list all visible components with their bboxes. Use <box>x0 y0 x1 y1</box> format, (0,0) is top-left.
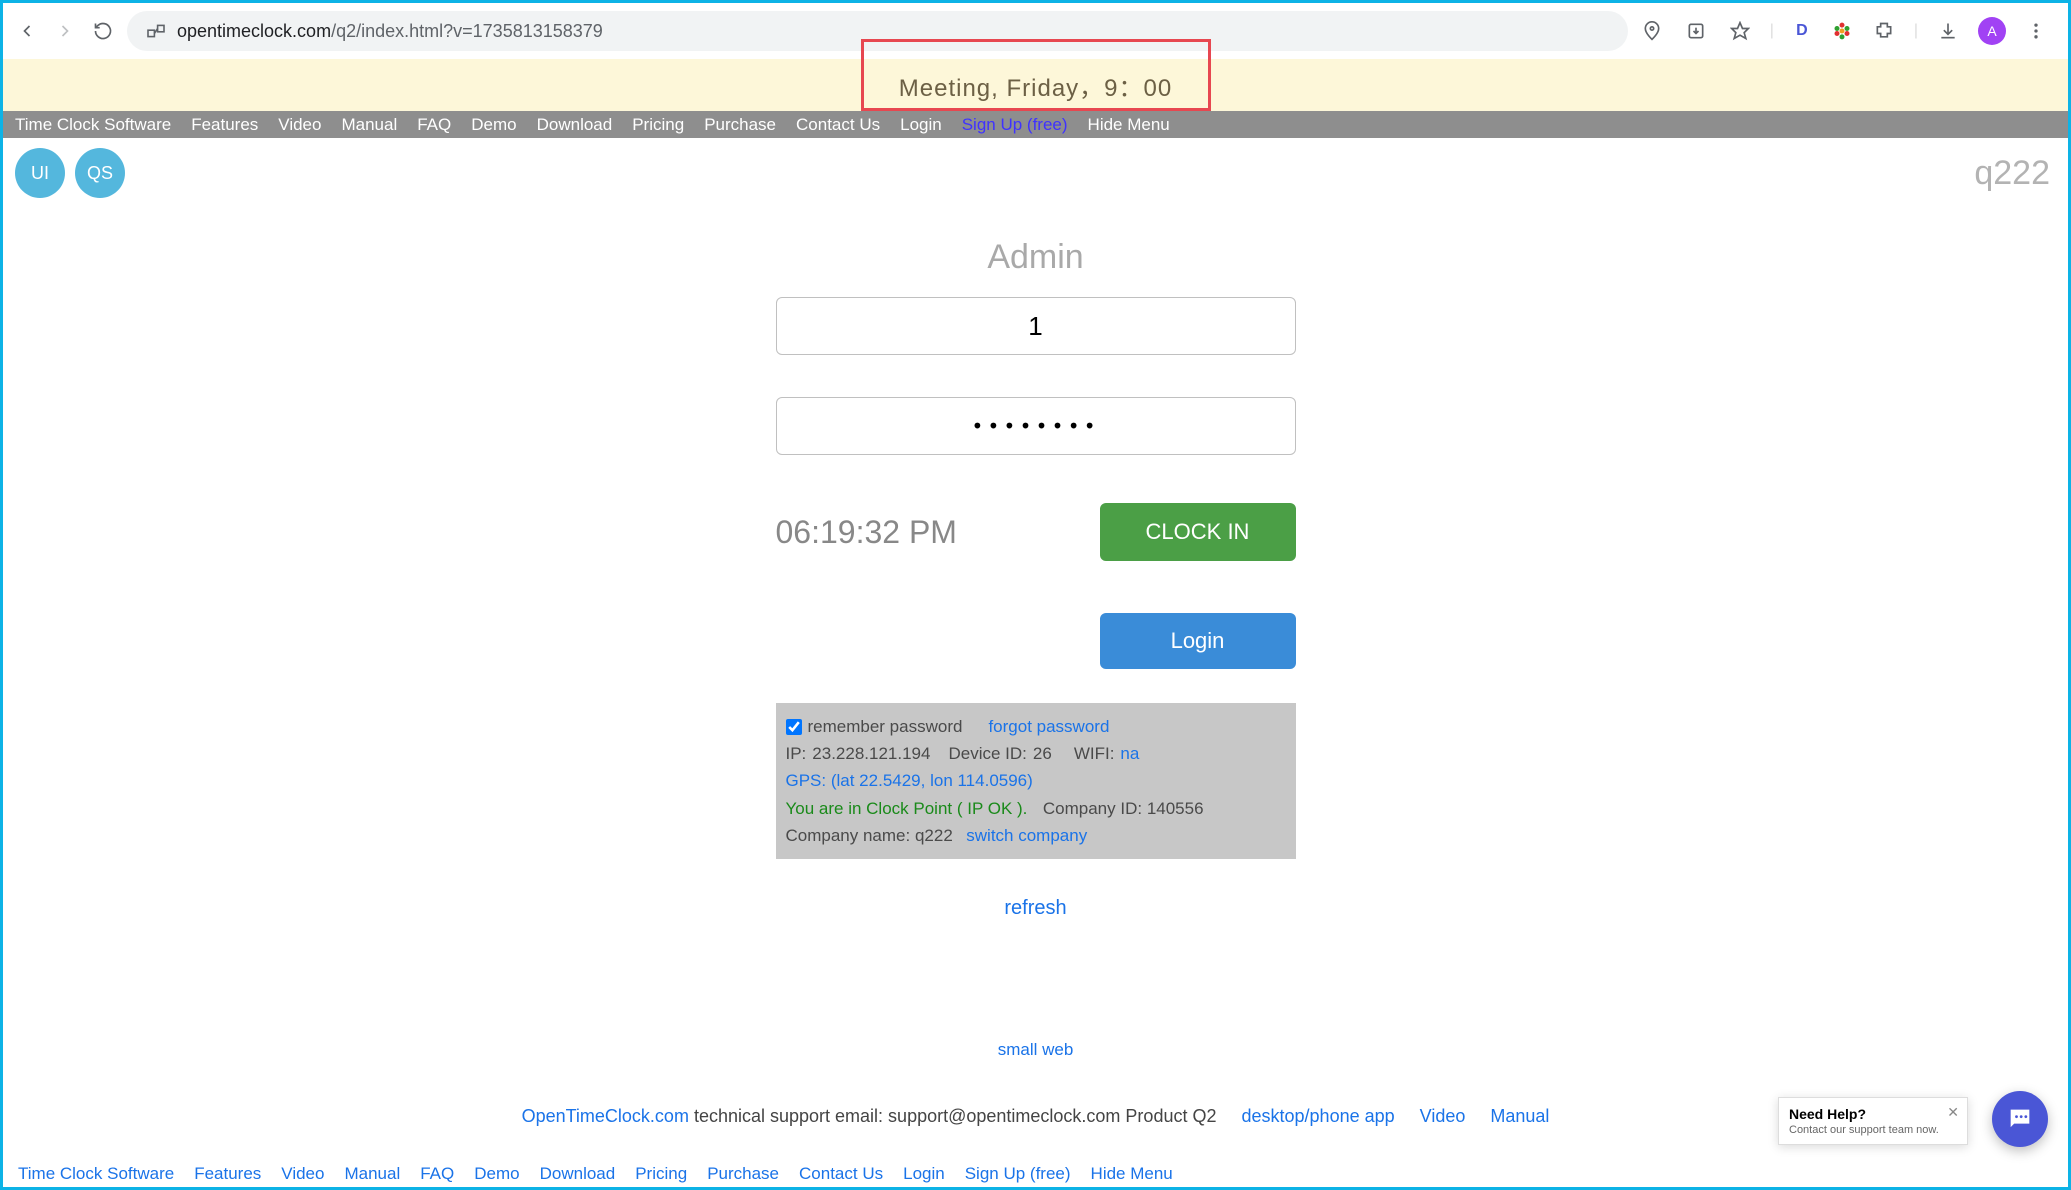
company-brand-text: q222 <box>1974 148 2050 193</box>
help-popup-subtitle: Contact our support team now. <box>1789 1124 1957 1136</box>
nav-contact-us[interactable]: Contact Us <box>796 115 880 135</box>
clock-point-status: You are in Clock Point ( IP OK ). <box>786 799 1028 818</box>
extensions-puzzle-icon[interactable] <box>1870 17 1898 45</box>
chip-ui[interactable]: UI <box>15 148 65 198</box>
company-name-label: Company name: <box>786 826 911 845</box>
bottom-nav-login[interactable]: Login <box>903 1164 945 1184</box>
current-time-text: 06:19:32 PM <box>776 514 957 551</box>
company-name-value: q222 <box>915 826 953 845</box>
bottom-nav-time-clock-software[interactable]: Time Clock Software <box>18 1164 174 1184</box>
nav-demo[interactable]: Demo <box>471 115 516 135</box>
chip-qs[interactable]: QS <box>75 148 125 198</box>
download-icon[interactable] <box>1934 17 1962 45</box>
login-panel: Admin 06:19:32 PM CLOCK IN Login remembe… <box>776 238 1296 920</box>
help-popup-title: Need Help? <box>1789 1106 1957 1122</box>
bottom-nav-manual[interactable]: Manual <box>344 1164 400 1184</box>
nav-video[interactable]: Video <box>278 115 321 135</box>
bottom-nav-pricing[interactable]: Pricing <box>635 1164 687 1184</box>
device-id-label: Device ID: <box>948 740 1026 767</box>
nav-pricing[interactable]: Pricing <box>632 115 684 135</box>
nav-time-clock-software[interactable]: Time Clock Software <box>15 115 171 135</box>
bottom-nav-video[interactable]: Video <box>281 1164 324 1184</box>
ip-value: 23.228.121.194 <box>812 740 930 767</box>
nav-faq[interactable]: FAQ <box>417 115 451 135</box>
login-title: Admin <box>987 238 1083 277</box>
url-text: opentimeclock.com/q2/index.html?v=173581… <box>177 21 603 42</box>
banner-text: Meeting, Friday，9：00 <box>899 68 1172 103</box>
footer-manual-link[interactable]: Manual <box>1490 1106 1549 1126</box>
profile-avatar[interactable]: A <box>1978 17 2006 45</box>
forgot-password-link[interactable]: forgot password <box>988 713 1109 740</box>
company-id-label: Company ID: <box>1043 799 1142 818</box>
forward-button[interactable] <box>51 17 79 45</box>
extension-flower-icon[interactable] <box>1830 19 1854 43</box>
bottom-nav: Time Clock Software Features Video Manua… <box>6 1160 2065 1187</box>
footer-opentimeclock-link[interactable]: OpenTimeClock.com <box>522 1106 689 1126</box>
bottom-nav-features[interactable]: Features <box>194 1164 261 1184</box>
kebab-menu-icon[interactable] <box>2022 17 2050 45</box>
nav-manual[interactable]: Manual <box>341 115 397 135</box>
nav-hide-menu[interactable]: Hide Menu <box>1088 115 1170 135</box>
nav-sign-up[interactable]: Sign Up (free) <box>962 115 1068 135</box>
bottom-nav-contact-us[interactable]: Contact Us <box>799 1164 883 1184</box>
location-icon[interactable] <box>1638 17 1666 45</box>
site-info-icon[interactable] <box>145 22 167 40</box>
bottom-nav-faq[interactable]: FAQ <box>420 1164 454 1184</box>
nav-download[interactable]: Download <box>537 115 613 135</box>
nav-features[interactable]: Features <box>191 115 258 135</box>
bottom-nav-demo[interactable]: Demo <box>474 1164 519 1184</box>
login-info-box: remember password forgot password IP: 23… <box>776 703 1296 859</box>
remember-password-checkbox[interactable] <box>786 719 802 735</box>
password-input[interactable] <box>776 397 1296 455</box>
wifi-label: WIFI: <box>1074 740 1115 767</box>
top-nav: Time Clock Software Features Video Manua… <box>3 111 2068 138</box>
bottom-nav-sign-up[interactable]: Sign Up (free) <box>965 1164 1071 1184</box>
device-id-value: 26 <box>1033 740 1052 767</box>
nav-purchase[interactable]: Purchase <box>704 115 776 135</box>
bottom-nav-hide-menu[interactable]: Hide Menu <box>1091 1164 1173 1184</box>
switch-company-link[interactable]: switch company <box>966 826 1087 845</box>
footer-support-line: OpenTimeClock.com technical support emai… <box>3 1106 2068 1127</box>
ip-label: IP: <box>786 740 807 767</box>
gps-link[interactable]: GPS: (lat 22.5429, lon 114.0596) <box>786 771 1033 790</box>
browser-right-icons: | D | A <box>1638 17 2058 45</box>
announcement-banner: Meeting, Friday，9：00 <box>3 59 2068 111</box>
install-icon[interactable] <box>1682 17 1710 45</box>
company-id-value: 140556 <box>1147 799 1204 818</box>
help-popup-close-icon[interactable]: ✕ <box>1947 1104 1959 1121</box>
reload-button[interactable] <box>89 17 117 45</box>
top-row: UI QS q222 <box>3 138 2068 198</box>
back-button[interactable] <box>13 17 41 45</box>
browser-chrome-bar: opentimeclock.com/q2/index.html?v=173581… <box>3 3 2068 59</box>
wifi-value[interactable]: na <box>1120 740 1139 767</box>
username-input[interactable] <box>776 297 1296 355</box>
extension-d-icon[interactable]: D <box>1790 19 1814 43</box>
bottom-nav-download[interactable]: Download <box>540 1164 616 1184</box>
bottom-nav-purchase[interactable]: Purchase <box>707 1164 779 1184</box>
nav-login[interactable]: Login <box>900 115 942 135</box>
address-bar[interactable]: opentimeclock.com/q2/index.html?v=173581… <box>127 11 1628 51</box>
small-web-link[interactable]: small web <box>3 1040 2068 1060</box>
bookmark-star-icon[interactable] <box>1726 17 1754 45</box>
remember-password-label: remember password <box>808 713 963 740</box>
footer-video-link[interactable]: Video <box>1420 1106 1466 1126</box>
footer-desktop-app-link[interactable]: desktop/phone app <box>1242 1106 1395 1126</box>
login-button[interactable]: Login <box>1100 613 1296 669</box>
clock-in-button[interactable]: CLOCK IN <box>1100 503 1296 561</box>
chat-bubble-button[interactable] <box>1992 1091 2048 1147</box>
refresh-link[interactable]: refresh <box>1004 897 1066 920</box>
footer-support-text: technical support email: support@opentim… <box>689 1106 1217 1126</box>
help-popup: ✕ Need Help? Contact our support team no… <box>1778 1097 1968 1145</box>
